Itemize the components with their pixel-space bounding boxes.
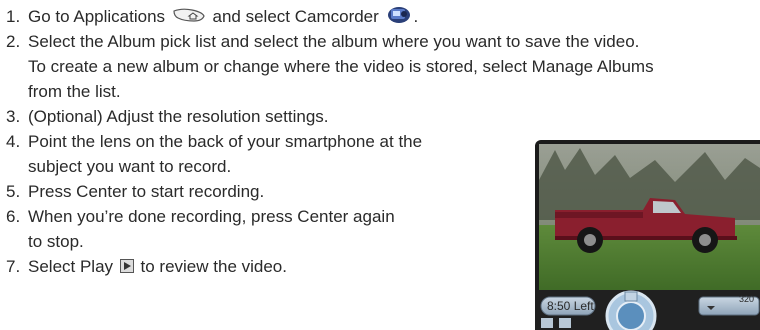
step-2-continued: from the list. xyxy=(28,82,121,101)
step-4: 4. Point the lens on the back of your sma… xyxy=(6,129,422,154)
camcorder-icon xyxy=(386,4,412,31)
step-text: Point the lens on the back of your smart… xyxy=(28,132,423,151)
step-text: Select Play xyxy=(28,257,114,276)
step-number: 1. xyxy=(6,7,21,26)
step-4-continued: subject you want to record. xyxy=(28,157,232,176)
step-number: 3. xyxy=(6,107,21,126)
step-6-continued: to stop. xyxy=(28,232,84,251)
step-text: Go to Applications xyxy=(28,7,166,26)
step-7: 7. Select Play to review the video. xyxy=(6,254,287,280)
camcorder-screenshot: 8:50 Left 320 xyxy=(535,140,760,330)
step-2-continued: To create a new album or change where th… xyxy=(28,57,654,76)
step-6: 6. When you’re done recording, press Cent… xyxy=(6,204,395,229)
step-2: 2. Select the Album pick list and select … xyxy=(6,29,639,54)
record-button xyxy=(605,290,657,330)
step-number: 2. xyxy=(6,32,21,51)
play-icon xyxy=(119,255,134,280)
step-3: 3. (Optional) Adjust the resolution setti… xyxy=(6,104,329,129)
step-text: Select the Album pick list and select th… xyxy=(28,32,640,51)
step-text: and select Camcorder xyxy=(212,7,379,26)
applications-icon xyxy=(172,5,206,30)
step-5: 5. Press Center to start recording. xyxy=(6,179,264,204)
resolution-label: 320 xyxy=(739,294,755,304)
step-number: 7. xyxy=(6,257,21,276)
step-text: Press Center to start recording. xyxy=(28,182,265,201)
viewfinder-image xyxy=(539,144,760,292)
step-number: 6. xyxy=(6,207,21,226)
step-text: to review the video. xyxy=(140,257,287,276)
step-text: When you’re done recording, press Center… xyxy=(28,207,395,226)
step-number: 5. xyxy=(6,182,21,201)
step-1: 1. Go to Applications and select Camcorde… xyxy=(6,4,418,31)
step-text: (Optional) Adjust the resolution setting… xyxy=(28,107,329,126)
step-number: 4. xyxy=(6,132,21,151)
time-left-label: 8:50 Left xyxy=(547,299,594,313)
